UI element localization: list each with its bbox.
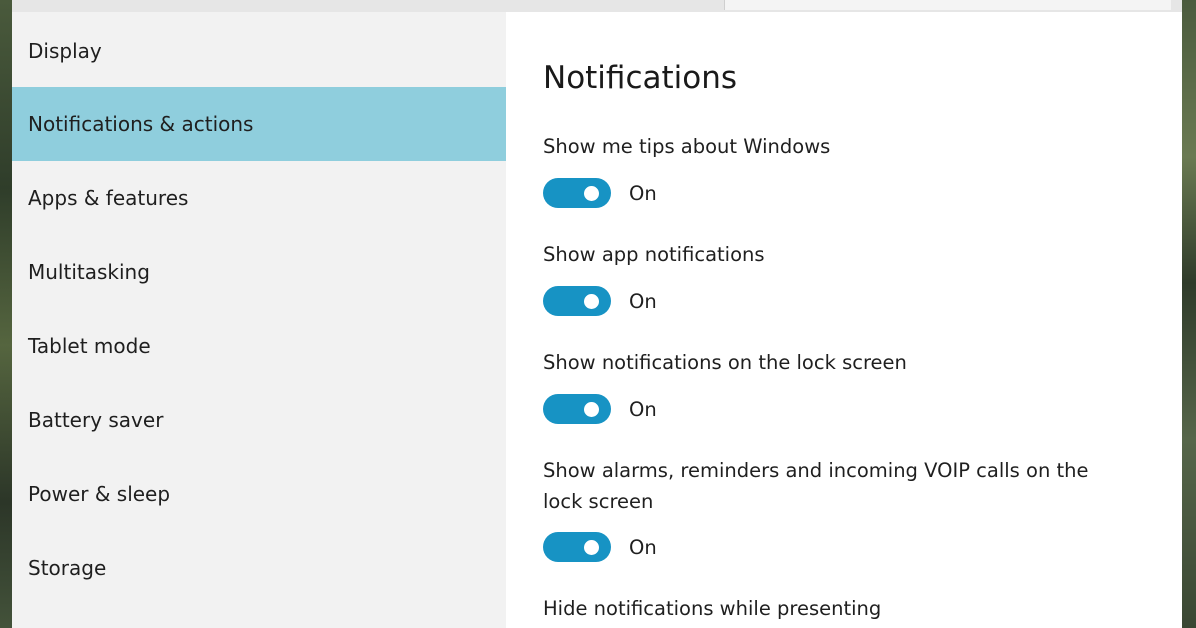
sidebar-item-label: Notifications & actions xyxy=(28,112,254,136)
toggle-state-label: On xyxy=(629,289,657,313)
tips-toggle[interactable]: On xyxy=(543,178,657,208)
settings-sidebar: Display Notifications & actions Apps & f… xyxy=(12,12,506,628)
toggle-switch[interactable] xyxy=(543,178,611,208)
sidebar-item-display[interactable]: Display xyxy=(12,14,506,88)
sidebar-item-label: Multitasking xyxy=(28,260,150,284)
sidebar-item-multitasking[interactable]: Multitasking xyxy=(12,235,506,309)
setting-label-tips: Show me tips about Windows xyxy=(543,135,831,158)
sidebar-item-label: Apps & features xyxy=(28,186,189,210)
toggle-knob xyxy=(584,539,599,555)
toggle-switch[interactable] xyxy=(543,394,611,424)
sidebar-item-power-sleep[interactable]: Power & sleep xyxy=(12,457,506,531)
sidebar-item-notifications-actions[interactable]: Notifications & actions xyxy=(12,87,506,161)
app-notifications-toggle[interactable]: On xyxy=(543,286,657,316)
sidebar-item-label: Battery saver xyxy=(28,408,164,432)
setting-label-app-notifications: Show app notifications xyxy=(543,243,765,266)
toggle-knob xyxy=(584,185,599,201)
sidebar-item-label: Storage xyxy=(28,556,107,580)
toggle-state-label: On xyxy=(629,181,657,205)
setting-label-hide-while-presenting: Hide notifications while presenting xyxy=(543,597,882,620)
settings-content: Notifications Show me tips about Windows… xyxy=(506,12,1182,628)
toggle-switch[interactable] xyxy=(543,286,611,316)
setting-label-alarms-voip: Show alarms, reminders and incoming VOIP… xyxy=(543,459,1089,513)
toggle-knob xyxy=(584,293,599,309)
page-title: Notifications xyxy=(543,60,738,96)
desktop-background-right xyxy=(1180,0,1196,628)
lock-screen-notifications-toggle[interactable]: On xyxy=(543,394,657,424)
sidebar-item-tablet-mode[interactable]: Tablet mode xyxy=(12,309,506,383)
sidebar-item-label: Power & sleep xyxy=(28,482,171,506)
toggle-knob xyxy=(584,401,599,417)
toggle-switch[interactable] xyxy=(543,532,611,562)
toggle-state-label: On xyxy=(629,535,657,559)
sidebar-item-storage[interactable]: Storage xyxy=(12,531,506,605)
sidebar-item-apps-features[interactable]: Apps & features xyxy=(12,161,506,235)
setting-label-lock-screen-notifications: Show notifications on the lock screen xyxy=(543,351,907,374)
search-box[interactable] xyxy=(724,0,1171,10)
toggle-state-label: On xyxy=(629,397,657,421)
sidebar-item-label: Tablet mode xyxy=(28,334,151,358)
sidebar-item-label: Display xyxy=(28,39,102,63)
alarms-voip-toggle[interactable]: On xyxy=(543,532,657,562)
sidebar-item-battery-saver[interactable]: Battery saver xyxy=(12,383,506,457)
